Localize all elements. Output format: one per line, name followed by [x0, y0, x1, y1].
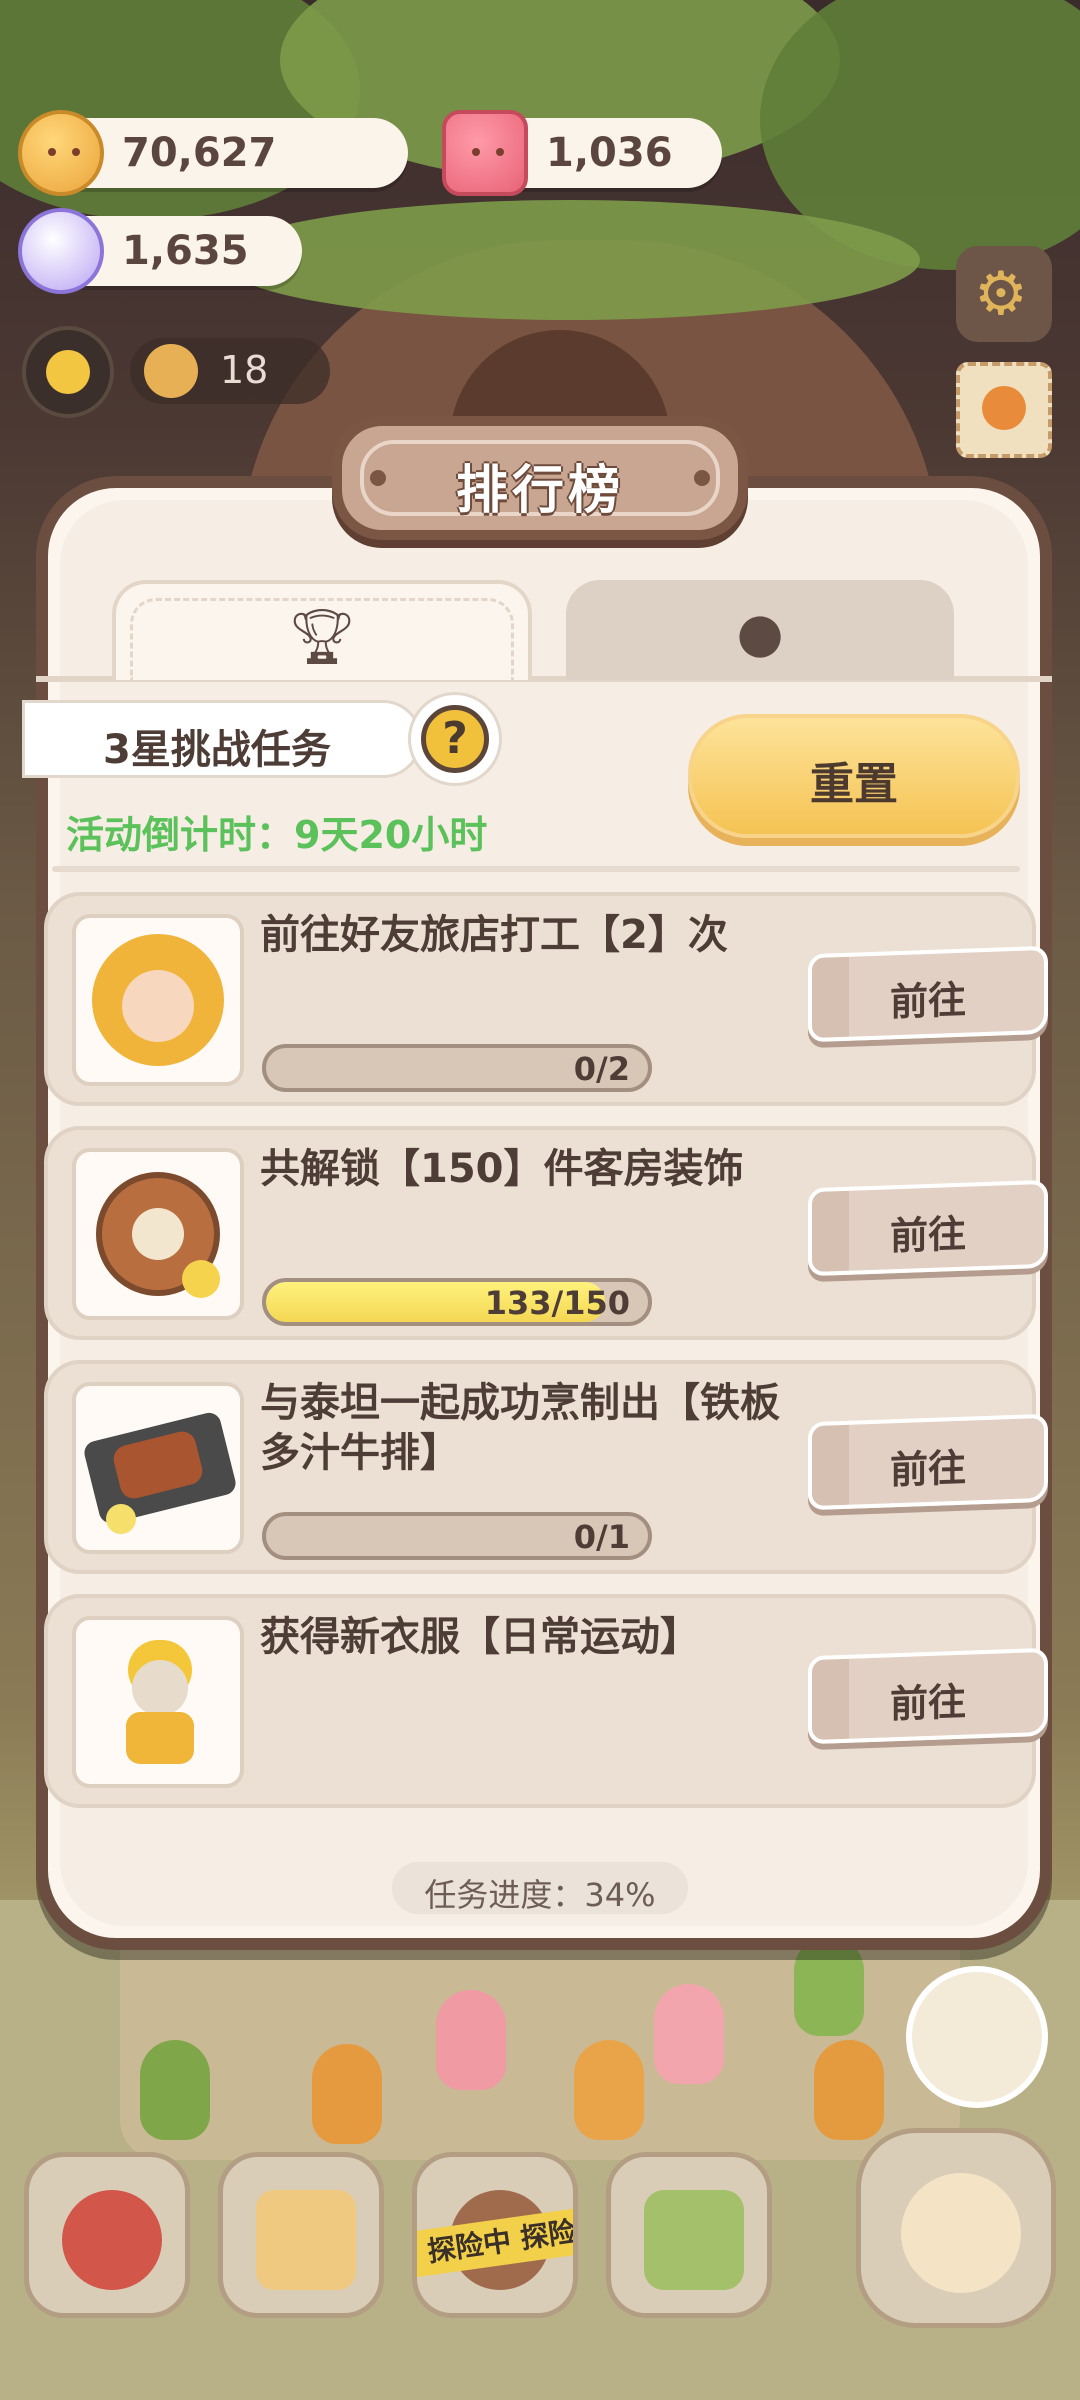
go-button[interactable]: 前往	[808, 945, 1048, 1043]
task-progress-bar: 133/150	[262, 1278, 652, 1326]
tanuki-npc[interactable]	[906, 1966, 1048, 2108]
task-progress-bar: 0/1	[262, 1512, 652, 1560]
go-button[interactable]: 前往	[808, 1647, 1048, 1745]
tab-trophy[interactable]: 🏆︎	[112, 580, 532, 680]
visitor-icon	[144, 344, 198, 398]
visitor-counter[interactable]: 18	[130, 338, 330, 404]
coin-counter[interactable]: 70,627	[18, 110, 408, 196]
npc-character[interactable]	[436, 1990, 506, 2090]
coin-amount: 70,627	[122, 130, 277, 176]
settings-button[interactable]: ⚙	[956, 246, 1052, 342]
section-divider	[52, 866, 1020, 872]
question-icon: ?	[421, 705, 489, 773]
go-button[interactable]: 前往	[808, 1179, 1048, 1277]
help-button[interactable]: ?	[408, 692, 502, 786]
task-row: 与泰坦一起成功烹制出【铁板多汁牛排】 0/1 前往	[44, 1360, 1048, 1574]
task-description: 前往好友旅店打工【2】次	[260, 912, 728, 958]
npc-character[interactable]	[654, 1984, 724, 2084]
notebook-icon	[256, 2190, 356, 2290]
gear-icon: ⚙	[974, 259, 1028, 329]
candle-icon	[442, 110, 528, 196]
task-row: 前往好友旅店打工【2】次 0/2 前往	[44, 892, 1048, 1106]
npc-character[interactable]	[312, 2044, 382, 2144]
trophy-icon: 🏆︎	[287, 605, 357, 668]
nav-cat-button[interactable]	[856, 2128, 1056, 2328]
modal-title: 排行榜	[455, 461, 624, 521]
reset-button-label: 重置	[810, 759, 898, 810]
cookie-icon: ●	[736, 601, 784, 664]
candle-amount: 1,036	[546, 130, 673, 176]
event-countdown: 活动倒计时：9天20小时	[66, 813, 488, 857]
task-thumbnail-outfit	[72, 1616, 244, 1788]
npc-character[interactable]	[140, 2040, 210, 2140]
task-thumbnail-decor-badge	[72, 1148, 244, 1320]
task-row: 共解锁【150】件客房装饰 133/150 前往	[44, 1126, 1048, 1340]
modal-title-plate: 排行榜	[332, 416, 748, 540]
task-progress-bar: 0/2	[262, 1044, 652, 1092]
task-thumbnail-steak	[72, 1382, 244, 1554]
nav-notebook-button[interactable]	[218, 2152, 384, 2318]
candy-amount: 1,635	[122, 228, 249, 274]
task-progress-text: 0/2	[573, 1050, 630, 1088]
cat-fish-icon	[901, 2173, 1021, 2293]
mushroom-house-icon	[62, 2190, 162, 2290]
task-header-label: 3星挑战任务	[22, 700, 422, 778]
go-button[interactable]: 前往	[808, 1413, 1048, 1511]
nav-home-button[interactable]	[24, 2152, 190, 2318]
task-thumbnail-worker	[72, 914, 244, 1086]
candy-icon	[18, 208, 104, 294]
task-description: 与泰坦一起成功烹制出【铁板多汁牛排】	[260, 1380, 780, 1476]
task-progress-text: 0/1	[573, 1518, 630, 1556]
stamp-button[interactable]	[956, 362, 1052, 458]
candy-counter[interactable]: 1,635	[18, 208, 302, 294]
shop-icon	[644, 2190, 744, 2290]
task-description: 获得新衣服【日常运动】	[260, 1614, 700, 1660]
tab-cookie[interactable]: ●	[566, 580, 954, 680]
nav-expedition-button[interactable]: 探险中 探险	[412, 2152, 578, 2318]
sun-button[interactable]	[22, 326, 114, 418]
task-progress-text: 133/150	[484, 1284, 630, 1322]
npc-character[interactable]	[814, 2040, 884, 2140]
reset-button[interactable]: 重置	[688, 714, 1020, 838]
npc-character[interactable]	[574, 2040, 644, 2140]
nav-shop-button[interactable]	[606, 2152, 772, 2318]
candle-counter[interactable]: 1,036	[442, 110, 722, 196]
task-description: 共解锁【150】件客房装饰	[260, 1146, 744, 1192]
npc-character[interactable]	[794, 1936, 864, 2036]
task-row: 获得新衣服【日常运动】 前往	[44, 1594, 1048, 1808]
overall-task-progress-text: 任务进度：34%	[424, 1876, 656, 1914]
coin-icon	[18, 110, 104, 196]
visitor-count: 18	[220, 348, 269, 392]
overall-task-progress: 任务进度：34%	[392, 1862, 688, 1914]
stamp-icon	[982, 386, 1026, 430]
